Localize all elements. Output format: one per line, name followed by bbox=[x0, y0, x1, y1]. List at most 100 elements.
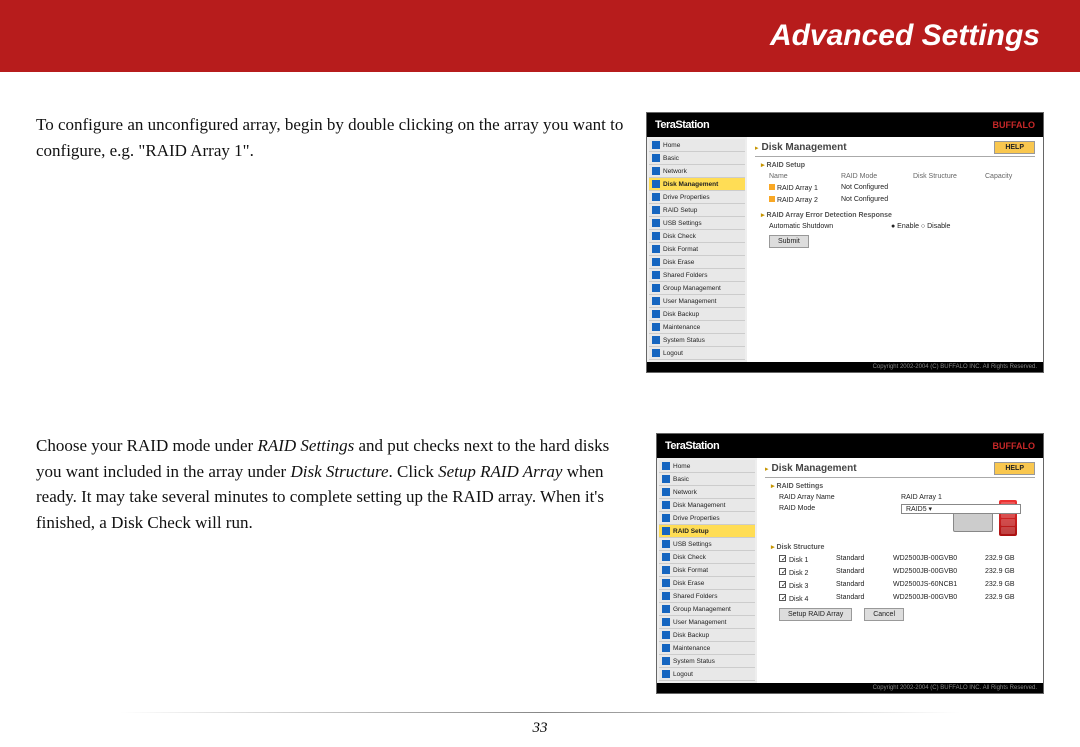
nav-icon bbox=[662, 618, 670, 626]
sidebar-item-disk-backup[interactable]: Disk Backup bbox=[649, 308, 745, 321]
disk-checkbox[interactable] bbox=[779, 594, 786, 601]
nav-label: Basic bbox=[673, 476, 689, 483]
sidebar-item-disk-management[interactable]: Disk Management bbox=[649, 178, 745, 191]
section-title: ▸Disk Management bbox=[755, 142, 847, 153]
raid-table: NameRAID ModeDisk StructureCapacityRAID … bbox=[769, 172, 1035, 205]
raid-error-section: ▸RAID Array Error Detection Response Aut… bbox=[761, 211, 1035, 250]
sidebar-item-usb-settings[interactable]: USB Settings bbox=[649, 217, 745, 230]
ts-footer: Copyright 2002-2004 (C) BUFFALO INC. All… bbox=[657, 683, 1043, 693]
sidebar-item-shared-folders[interactable]: Shared Folders bbox=[659, 590, 755, 603]
sidebar-item-user-management[interactable]: User Management bbox=[659, 616, 755, 629]
sidebar-item-maintenance[interactable]: Maintenance bbox=[659, 642, 755, 655]
nav-icon bbox=[652, 245, 660, 253]
page-number: 33 bbox=[533, 720, 548, 736]
sidebar-item-disk-check[interactable]: Disk Check bbox=[659, 551, 755, 564]
cell[interactable]: RAID Array 2 bbox=[769, 195, 839, 205]
sidebar-item-user-management[interactable]: User Management bbox=[649, 295, 745, 308]
sidebar-item-disk-format[interactable]: Disk Format bbox=[659, 564, 755, 577]
mode-label: RAID Mode bbox=[779, 504, 899, 514]
nav-label: Disk Check bbox=[673, 554, 706, 561]
sidebar-item-logout[interactable]: Logout bbox=[659, 668, 755, 681]
nav-icon bbox=[662, 540, 670, 548]
sidebar-item-group-management[interactable]: Group Management bbox=[649, 282, 745, 295]
nav-label: Drive Properties bbox=[663, 194, 710, 201]
help-button[interactable]: HELP bbox=[994, 462, 1035, 475]
cancel-button[interactable]: Cancel bbox=[864, 608, 904, 621]
sidebar-item-network[interactable]: Network bbox=[649, 165, 745, 178]
nav-label: Group Management bbox=[663, 285, 721, 292]
resp-options[interactable]: ● Enable ○ Disable bbox=[891, 222, 1011, 231]
sidebar-item-network[interactable]: Network bbox=[659, 486, 755, 499]
sidebar-item-basic[interactable]: Basic bbox=[649, 152, 745, 165]
nav-label: Shared Folders bbox=[663, 272, 707, 279]
nav-icon bbox=[652, 141, 660, 149]
nav-icon bbox=[652, 193, 660, 201]
disk-mode: Standard bbox=[836, 567, 891, 578]
buffalo-logo: BUFFALO bbox=[993, 120, 1036, 130]
ts-footer: Copyright 2002-2004 (C) BUFFALO INC. All… bbox=[647, 362, 1043, 372]
nav-icon bbox=[662, 501, 670, 509]
sidebar-item-system-status[interactable]: System Status bbox=[659, 655, 755, 668]
sidebar-item-home[interactable]: Home bbox=[659, 460, 755, 473]
nav-label: Disk Erase bbox=[673, 580, 704, 587]
page-footer: 33 bbox=[0, 712, 1080, 737]
nav-icon bbox=[652, 271, 660, 279]
row-2: Choose your RAID mode under RAID Setting… bbox=[36, 433, 1044, 694]
sidebar-item-system-status[interactable]: System Status bbox=[649, 334, 745, 347]
sidebar-item-raid-setup[interactable]: RAID Setup bbox=[659, 525, 755, 538]
disk-checkbox[interactable] bbox=[779, 581, 786, 588]
nav-icon bbox=[662, 514, 670, 522]
sidebar-item-shared-folders[interactable]: Shared Folders bbox=[649, 269, 745, 282]
disk-model: WD2500JB-00GVB0 bbox=[893, 554, 983, 565]
sidebar-item-disk-management[interactable]: Disk Management bbox=[659, 499, 755, 512]
nav-label: Disk Check bbox=[663, 233, 696, 240]
sidebar-item-disk-check[interactable]: Disk Check bbox=[649, 230, 745, 243]
sidebar-item-disk-erase[interactable]: Disk Erase bbox=[659, 577, 755, 590]
sidebar-item-disk-erase[interactable]: Disk Erase bbox=[649, 256, 745, 269]
disk-cap: 232.9 GB bbox=[985, 580, 1035, 591]
cell: Not Configured bbox=[841, 183, 911, 193]
nav-icon bbox=[662, 631, 670, 639]
sidebar-item-maintenance[interactable]: Maintenance bbox=[649, 321, 745, 334]
disk-name: Disk 1 bbox=[779, 554, 834, 565]
sidebar-item-usb-settings[interactable]: USB Settings bbox=[659, 538, 755, 551]
submit-button[interactable]: Submit bbox=[769, 235, 809, 248]
sidebar-item-raid-setup[interactable]: RAID Setup bbox=[649, 204, 745, 217]
cell[interactable]: RAID Array 1 bbox=[769, 183, 839, 193]
nav-label: Network bbox=[663, 168, 687, 175]
sidebar-item-drive-properties[interactable]: Drive Properties bbox=[659, 512, 755, 525]
sidebar-item-disk-backup[interactable]: Disk Backup bbox=[659, 629, 755, 642]
nav-icon bbox=[662, 670, 670, 678]
ts-brand: TeraStation bbox=[665, 440, 719, 452]
setup-raid-button[interactable]: Setup RAID Array bbox=[779, 608, 852, 621]
nav-icon bbox=[652, 310, 660, 318]
nav-icon bbox=[652, 219, 660, 227]
nav-icon bbox=[652, 232, 660, 240]
nav-label: Logout bbox=[673, 671, 693, 678]
nav-icon bbox=[652, 297, 660, 305]
disk-checkbox[interactable] bbox=[779, 568, 786, 575]
cell bbox=[985, 183, 1035, 193]
nav-label: Disk Erase bbox=[663, 259, 694, 266]
disk-model: WD2500JB-00GVB0 bbox=[893, 593, 983, 604]
sidebar-item-disk-format[interactable]: Disk Format bbox=[649, 243, 745, 256]
sidebar-item-home[interactable]: Home bbox=[649, 139, 745, 152]
disk-checkbox[interactable] bbox=[779, 555, 786, 562]
nav-icon bbox=[662, 644, 670, 652]
settings-table: RAID Array Name RAID Array 1 RAID Mode R… bbox=[779, 493, 935, 514]
buffalo-logo: BUFFALO bbox=[993, 441, 1036, 451]
screenshot-1: TeraStation BUFFALO HomeBasicNetworkDisk… bbox=[646, 112, 1044, 373]
nav-label: RAID Setup bbox=[673, 528, 709, 535]
sidebar-item-drive-properties[interactable]: Drive Properties bbox=[649, 191, 745, 204]
sidebar-item-basic[interactable]: Basic bbox=[659, 473, 755, 486]
nav-label: Home bbox=[673, 463, 690, 470]
raid-icon bbox=[769, 184, 775, 190]
disk-cap: 232.9 GB bbox=[985, 554, 1035, 565]
sidebar-item-group-management[interactable]: Group Management bbox=[659, 603, 755, 616]
paragraph-1: To configure an unconfigured array, begi… bbox=[36, 112, 626, 163]
mode-select[interactable]: RAID5 ▾ bbox=[901, 504, 1021, 514]
nav-label: System Status bbox=[673, 658, 715, 665]
header-band: Advanced Settings bbox=[0, 0, 1080, 72]
help-button[interactable]: HELP bbox=[994, 141, 1035, 154]
sidebar-item-logout[interactable]: Logout bbox=[649, 347, 745, 360]
